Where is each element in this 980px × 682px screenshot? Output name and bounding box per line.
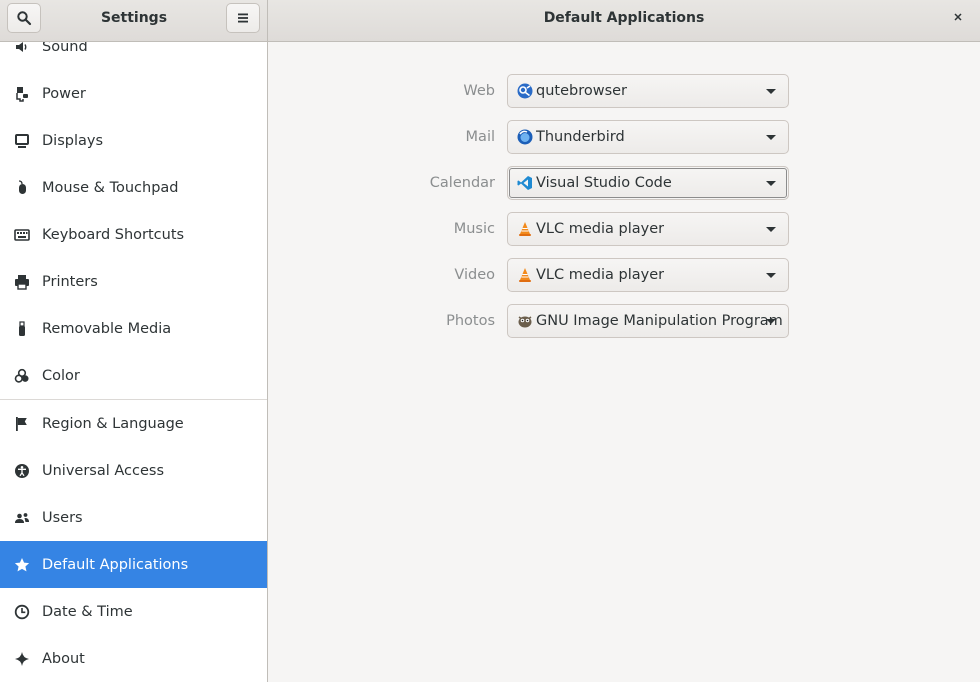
sidebar-item-default-applications[interactable]: Default Applications: [0, 541, 267, 588]
mail-app-name: Thunderbird: [536, 129, 625, 145]
sidebar-item-label: Default Applications: [42, 556, 189, 573]
printer-icon: [12, 273, 32, 291]
sidebar-item-power[interactable]: Power: [0, 70, 267, 117]
calendar-label: Calendar: [429, 175, 495, 191]
sidebar-item-sound[interactable]: Sound: [0, 42, 267, 70]
sidebar-item-label: Region & Language: [42, 415, 184, 432]
chevron-down-icon: [766, 135, 776, 140]
mouse-icon: [12, 179, 32, 197]
photos-app-combobox[interactable]: GNU Image Manipulation Program: [507, 304, 789, 338]
header-bar: Settings Default Applications: [0, 0, 980, 42]
sidebar-item-label: Displays: [42, 132, 104, 149]
users-icon: [12, 509, 32, 527]
sidebar-item-label: Printers: [42, 273, 98, 290]
sidebar-item-about[interactable]: About: [0, 635, 267, 682]
sidebar-item-date-time[interactable]: Date & Time: [0, 588, 267, 635]
mail-app-combobox[interactable]: Thunderbird: [507, 120, 789, 154]
page-title: Default Applications: [543, 10, 705, 26]
video-app-combobox[interactable]: VLC media player: [507, 258, 789, 292]
star-icon: [12, 556, 32, 574]
sidebar-item-displays[interactable]: Displays: [0, 117, 267, 164]
chevron-down-icon: [766, 89, 776, 94]
hamburger-menu-icon: [238, 13, 248, 23]
sidebar: Sound Power Displays Mouse & Touchpad Ke…: [0, 42, 268, 682]
chevron-down-icon: [766, 181, 776, 186]
speaker-icon: [12, 42, 32, 56]
sidebar-item-label: Date & Time: [42, 603, 133, 620]
close-icon: [954, 13, 962, 21]
calendar-app-name: Visual Studio Code: [536, 175, 672, 191]
sidebar-item-label: Sound: [42, 42, 88, 55]
video-app-name: VLC media player: [536, 267, 665, 283]
sidebar-item-removable-media[interactable]: Removable Media: [0, 305, 267, 352]
search-icon: [17, 11, 32, 26]
sidebar-item-label: Keyboard Shortcuts: [42, 226, 185, 243]
sidebar-item-mouse-touchpad[interactable]: Mouse & Touchpad: [0, 164, 267, 211]
accessibility-icon: [12, 462, 32, 480]
power-plug-icon: [12, 85, 32, 103]
thunderbird-icon: [517, 129, 533, 145]
chevron-down-icon: [766, 227, 776, 232]
color-circles-icon: [12, 367, 32, 385]
mail-label: Mail: [465, 129, 495, 145]
sidebar-item-users[interactable]: Users: [0, 494, 267, 541]
usb-stick-icon: [12, 320, 32, 338]
calendar-app-combobox[interactable]: Visual Studio Code: [507, 166, 789, 200]
sidebar-item-region-language[interactable]: Region & Language: [0, 400, 267, 447]
sidebar-item-label: Users: [42, 509, 83, 526]
music-app-name: VLC media player: [536, 221, 665, 237]
sidebar-item-color[interactable]: Color: [0, 352, 267, 399]
header-left-section: Settings: [0, 0, 268, 42]
photos-label: Photos: [446, 313, 495, 329]
sidebar-item-keyboard-shortcuts[interactable]: Keyboard Shortcuts: [0, 211, 267, 258]
sidebar-item-printers[interactable]: Printers: [0, 258, 267, 305]
keyboard-icon: [12, 226, 32, 244]
web-app-combobox[interactable]: qutebrowser: [507, 74, 789, 108]
music-label: Music: [453, 221, 495, 237]
qutebrowser-icon: [517, 83, 533, 99]
chevron-down-icon: [766, 319, 776, 324]
sidebar-item-label: Mouse & Touchpad: [42, 179, 179, 196]
sidebar-title: Settings: [100, 10, 168, 26]
close-button[interactable]: [950, 9, 966, 25]
sidebar-item-universal-access[interactable]: Universal Access: [0, 447, 267, 494]
photos-app-name: GNU Image Manipulation Program: [536, 313, 783, 329]
sidebar-item-label: Power: [42, 85, 86, 102]
sidebar-item-label: Color: [42, 367, 80, 384]
monitor-icon: [12, 132, 32, 150]
sparkle-icon: [12, 650, 32, 668]
web-app-name: qutebrowser: [536, 83, 628, 99]
chevron-down-icon: [766, 273, 776, 278]
gimp-icon: [517, 313, 533, 329]
video-label: Video: [454, 267, 495, 283]
sidebar-item-label: Universal Access: [42, 462, 165, 479]
menu-button[interactable]: [226, 3, 260, 33]
music-app-combobox[interactable]: VLC media player: [507, 212, 789, 246]
search-button[interactable]: [7, 3, 41, 33]
vlc-icon: [517, 221, 533, 237]
sidebar-item-label: Removable Media: [42, 320, 172, 337]
vlc-icon: [517, 267, 533, 283]
clock-icon: [12, 603, 32, 621]
flag-icon: [12, 415, 32, 433]
vscode-icon: [517, 175, 533, 191]
default-applications-panel: Web qutebrowser Mail Thunderbird Calenda…: [268, 42, 980, 682]
sidebar-item-label: About: [42, 650, 85, 667]
web-label: Web: [463, 83, 495, 99]
